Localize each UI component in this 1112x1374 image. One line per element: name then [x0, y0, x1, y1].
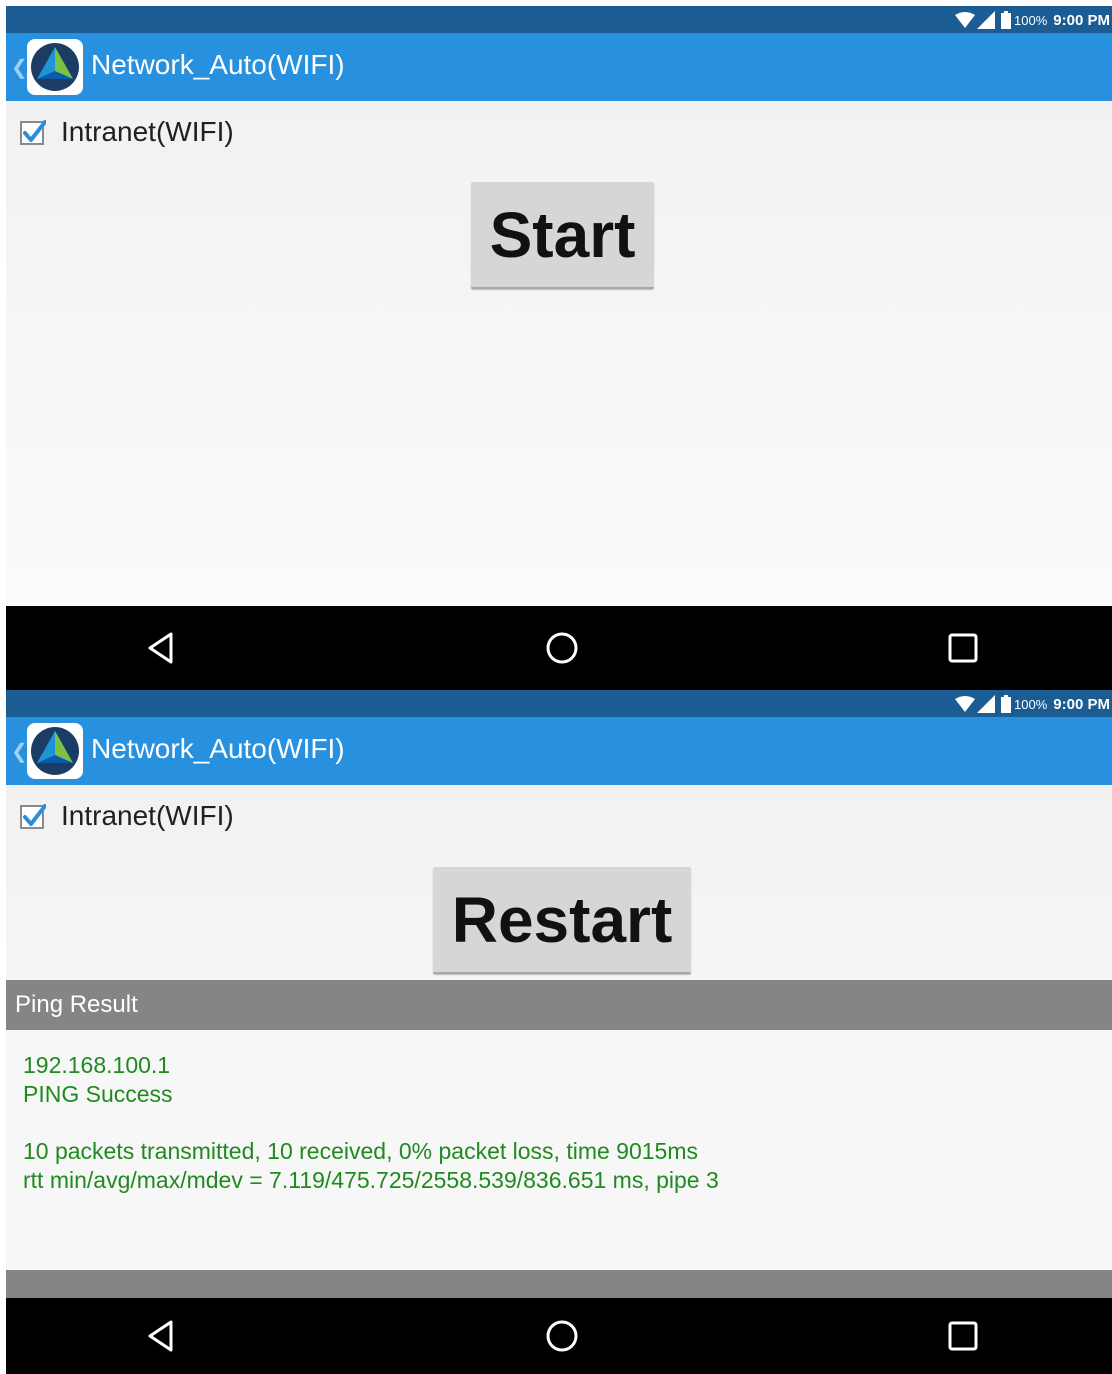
checkbox-label: Intranet(WIFI): [61, 800, 234, 831]
restart-button[interactable]: Restart: [433, 867, 691, 974]
nav-home-icon[interactable]: [542, 1316, 582, 1356]
status-bar: 100% 9:00 PM: [6, 690, 1112, 717]
screen-initial: 100% 9:00 PM ❮ Network_Auto(WIFI) Intran…: [6, 6, 1112, 690]
checkbox-checked-icon[interactable]: [20, 803, 46, 829]
checkbox-label: Intranet(WIFI): [61, 116, 234, 147]
nav-home-icon[interactable]: [542, 628, 582, 668]
battery-percent: 100%: [1014, 696, 1048, 712]
signal-icon: [977, 11, 996, 29]
ping-result-body: 192.168.100.1 PING Success 10 packets tr…: [6, 1030, 1112, 1270]
nav-recents-icon[interactable]: [943, 1316, 983, 1356]
app-title: Network_Auto(WIFI): [91, 49, 345, 80]
ping-rtt: rtt min/avg/max/mdev = 7.119/475.725/255…: [23, 1167, 719, 1193]
checkbox-checked-icon[interactable]: [20, 119, 46, 145]
intranet-checkbox-row[interactable]: Intranet(WIFI): [20, 116, 234, 148]
next-section-header: [6, 1270, 1112, 1298]
ping-summary: 10 packets transmitted, 10 received, 0% …: [23, 1138, 698, 1164]
action-bar: ❮ Network_Auto(WIFI): [6, 33, 1112, 101]
nav-recents-icon[interactable]: [943, 628, 983, 668]
app-title: Network_Auto(WIFI): [91, 733, 345, 764]
ping-ip: 192.168.100.1: [23, 1052, 171, 1078]
battery-icon: [1001, 695, 1012, 713]
ping-result-header: Ping Result: [6, 980, 1112, 1030]
ping-status: PING Success: [23, 1081, 173, 1107]
battery-icon: [1001, 11, 1012, 29]
status-time: 9:00 PM: [1053, 695, 1110, 713]
nav-back-icon[interactable]: [142, 628, 182, 668]
ping-result-title: Ping Result: [15, 991, 138, 1018]
app-icon[interactable]: [26, 722, 84, 780]
wifi-icon: [955, 696, 976, 712]
start-button[interactable]: Start: [471, 182, 654, 289]
status-time: 9:00 PM: [1053, 11, 1110, 29]
intranet-checkbox-row[interactable]: Intranet(WIFI): [20, 800, 234, 832]
nav-back-icon[interactable]: [142, 1316, 182, 1356]
status-bar: 100% 9:00 PM: [6, 6, 1112, 33]
navigation-bar: [6, 606, 1112, 690]
action-bar: ❮ Network_Auto(WIFI): [6, 717, 1112, 785]
screen-result: 100% 9:00 PM ❮ Network_Auto(WIFI) Intran…: [6, 690, 1112, 1374]
app-icon[interactable]: [26, 38, 84, 96]
wifi-icon: [955, 12, 976, 28]
battery-percent: 100%: [1014, 12, 1048, 28]
signal-icon: [977, 695, 996, 713]
